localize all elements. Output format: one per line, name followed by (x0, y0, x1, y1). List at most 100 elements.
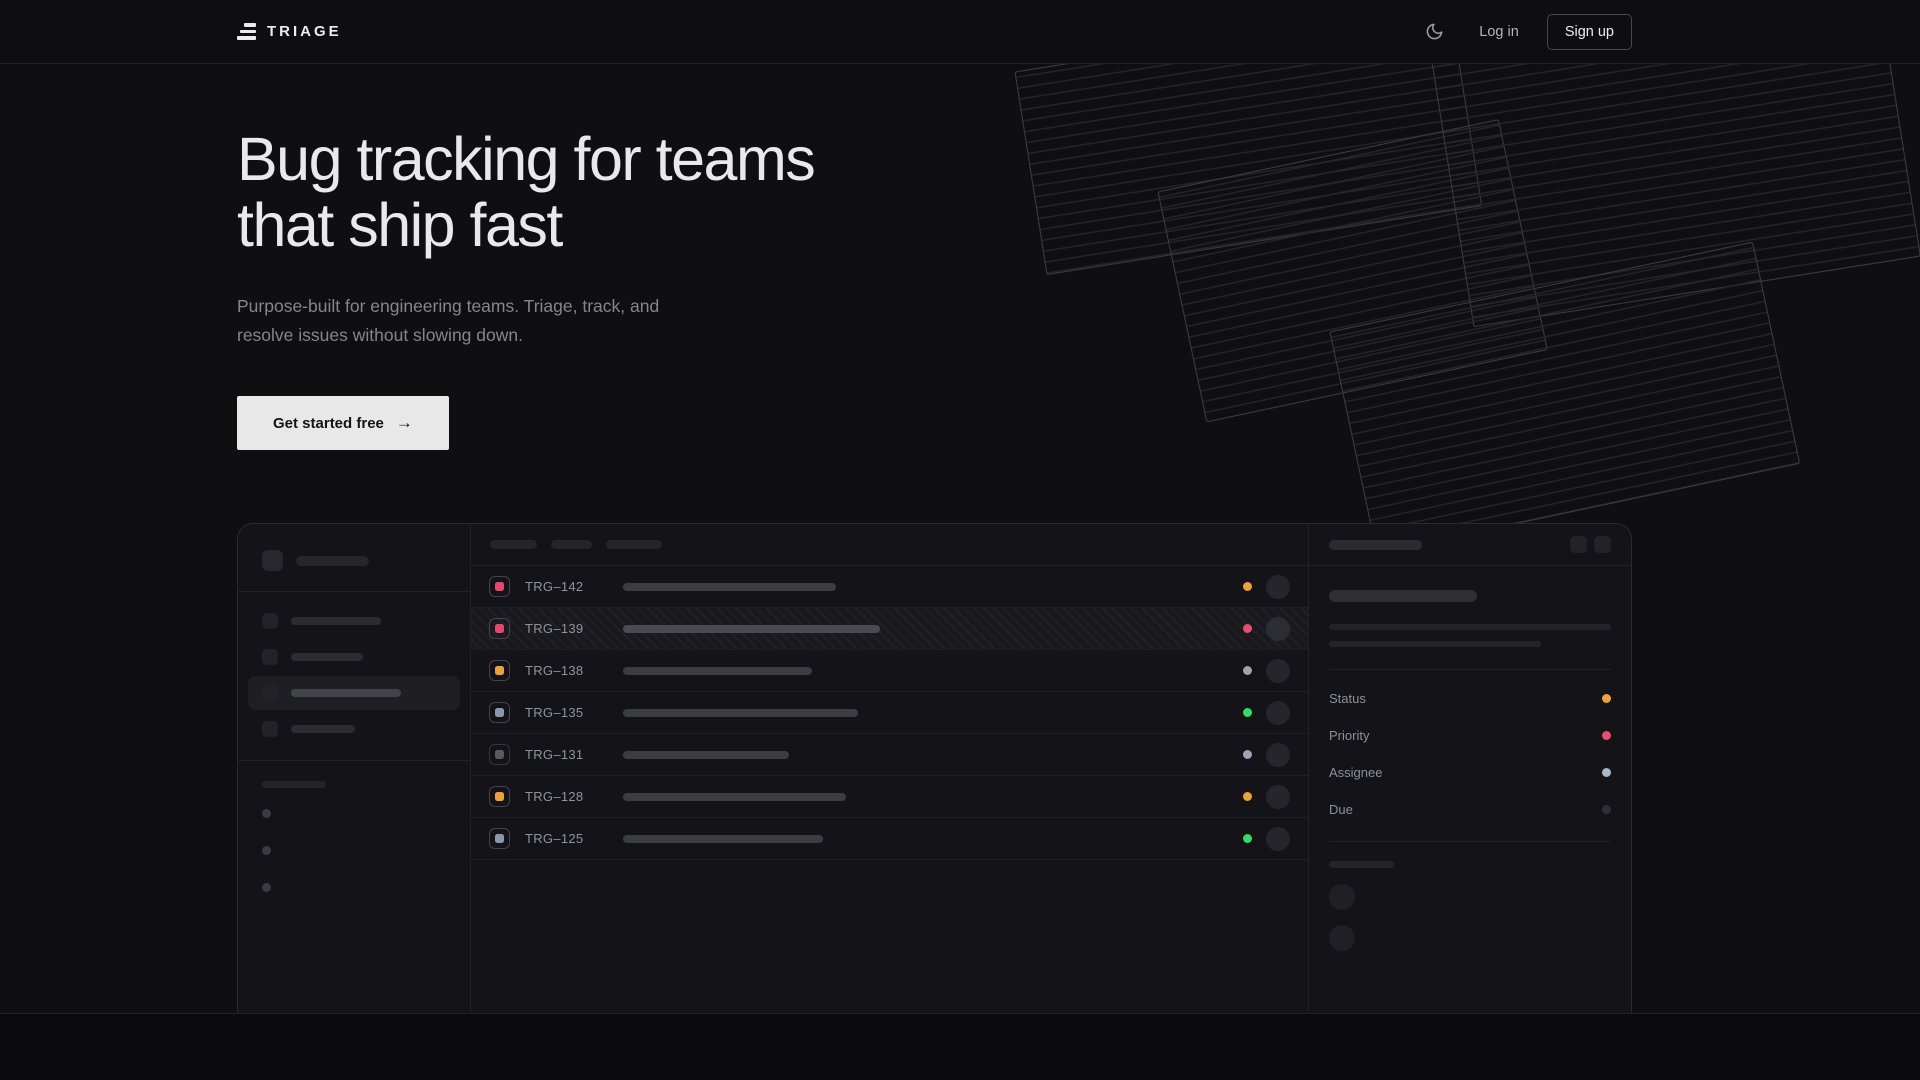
sidebar-dot-list (238, 793, 470, 908)
hero-heading-line1: Bug tracking for teams (237, 125, 814, 193)
mockup-issue-list-panel: TRG–142 TRG–139 TRG–138 TRG–135 TRG– (471, 524, 1308, 1013)
issue-list-toolbar-skeleton (471, 524, 1308, 566)
status-dot (1243, 834, 1252, 843)
status-dot (1243, 708, 1252, 717)
issue-row: TRG–131 (471, 734, 1308, 776)
field-label: Status (1329, 691, 1366, 706)
detail-action-icon-skeleton (1594, 536, 1611, 553)
avatar (1329, 884, 1355, 910)
sidebar-item-skeleton (248, 676, 460, 710)
activity-label-skeleton (1329, 861, 1394, 868)
sidebar-item-skeleton (248, 640, 460, 674)
footer (0, 1013, 1920, 1080)
issue-key: TRG–138 (525, 663, 587, 678)
sidebar-item-bar (291, 725, 355, 733)
sidebar-item-skeleton (248, 712, 460, 746)
assignee-avatar (1266, 617, 1290, 641)
sidebar-item-bar (291, 689, 401, 697)
issue-title-skeleton (623, 667, 812, 675)
login-link[interactable]: Log in (1479, 24, 1519, 40)
sidebar-item-icon-skeleton (262, 613, 278, 629)
issue-key: TRG–125 (525, 831, 587, 846)
sidebar-item-bar (291, 617, 381, 625)
theme-toggle-button[interactable] (1417, 15, 1451, 49)
toolbar-pill-skeleton (490, 540, 537, 549)
workspace-icon-skeleton (262, 550, 283, 571)
sidebar-header-skeleton (238, 544, 470, 591)
hero-subtext: Purpose-built for engineering teams. Tri… (237, 292, 814, 350)
detail-field-row: Priority (1329, 717, 1611, 754)
workspace-name-skeleton (296, 556, 369, 566)
issue-title-skeleton (623, 583, 836, 591)
assignee-avatar (1266, 659, 1290, 683)
status-dot (1243, 624, 1252, 633)
issue-row: TRG–125 (471, 818, 1308, 860)
detail-field-row: Assignee (1329, 754, 1611, 791)
activity-avatars (1329, 884, 1611, 951)
assignee-avatar (1266, 701, 1290, 725)
mockup-detail-panel: Status Priority Assignee Due (1308, 524, 1631, 1013)
issue-row: TRG–139 (471, 608, 1308, 650)
issue-title-skeleton (623, 835, 823, 843)
sidebar-dot-skeleton (262, 809, 271, 818)
toolbar-pill-skeleton (551, 540, 592, 549)
hero-section: Bug tracking for teams that ship fast Pu… (237, 126, 814, 450)
detail-field-list: Status Priority Assignee Due (1329, 680, 1611, 828)
hero-subtext-line2: resolve issues without slowing down. (237, 325, 523, 345)
hero-subtext-line1: Purpose-built for engineering teams. Tri… (237, 296, 659, 316)
status-dot (1243, 582, 1252, 591)
detail-field-row: Status (1329, 680, 1611, 717)
app-mockup: TRG–142 TRG–139 TRG–138 TRG–135 TRG– (237, 523, 1632, 1013)
avatar (1329, 925, 1355, 951)
field-value-dot (1602, 694, 1611, 703)
field-label: Assignee (1329, 765, 1382, 780)
detail-action-icon-skeleton (1570, 536, 1587, 553)
issue-key: TRG–139 (525, 621, 587, 636)
field-label: Priority (1329, 728, 1369, 743)
issue-key: TRG–128 (525, 789, 587, 804)
issue-row: TRG–135 (471, 692, 1308, 734)
issue-type-icon (489, 618, 510, 639)
hero-heading-line2: that ship fast (237, 191, 562, 259)
toolbar-pill-skeleton (606, 540, 662, 549)
sidebar-nav-list (238, 592, 470, 760)
signup-button[interactable]: Sign up (1547, 14, 1632, 50)
top-nav: TRIAGE Log in Sign up (0, 0, 1920, 64)
brand-logo[interactable]: TRIAGE (237, 23, 342, 40)
issue-type-icon (489, 828, 510, 849)
issue-key: TRG–142 (525, 579, 587, 594)
issue-key: TRG–135 (525, 705, 587, 720)
detail-title-bar-skeleton (1329, 540, 1422, 550)
assignee-avatar (1266, 575, 1290, 599)
issue-title-skeleton (623, 751, 789, 759)
issue-key: TRG–131 (525, 747, 587, 762)
status-dot (1243, 792, 1252, 801)
sidebar-dot-skeleton (262, 883, 271, 892)
detail-header-actions-skeleton (1570, 536, 1611, 553)
issue-list: TRG–142 TRG–139 TRG–138 TRG–135 TRG– (471, 566, 1308, 860)
issue-type-icon (489, 744, 510, 765)
sidebar-dot-skeleton (262, 846, 271, 855)
detail-issue-title-skeleton (1329, 590, 1477, 602)
mockup-sidebar (238, 524, 471, 1013)
field-value-dot (1602, 805, 1611, 814)
field-value-dot (1602, 731, 1611, 740)
sidebar-section-label-skeleton (238, 761, 470, 793)
sidebar-item-icon-skeleton (262, 721, 278, 737)
status-dot (1243, 666, 1252, 675)
field-label: Due (1329, 802, 1353, 817)
get-started-button[interactable]: Get started free → (237, 396, 449, 450)
divider (1329, 669, 1611, 670)
sidebar-item-skeleton (248, 604, 460, 638)
issue-title-skeleton (623, 625, 880, 633)
issue-type-icon (489, 660, 510, 681)
field-value-dot (1602, 768, 1611, 777)
issue-row: TRG–138 (471, 650, 1308, 692)
sidebar-item-icon-skeleton (262, 685, 278, 701)
assignee-avatar (1266, 785, 1290, 809)
issue-row: TRG–142 (471, 566, 1308, 608)
divider (1329, 841, 1611, 842)
brand-name: TRIAGE (267, 23, 342, 40)
detail-header-skeleton (1309, 524, 1631, 566)
assignee-avatar (1266, 743, 1290, 767)
